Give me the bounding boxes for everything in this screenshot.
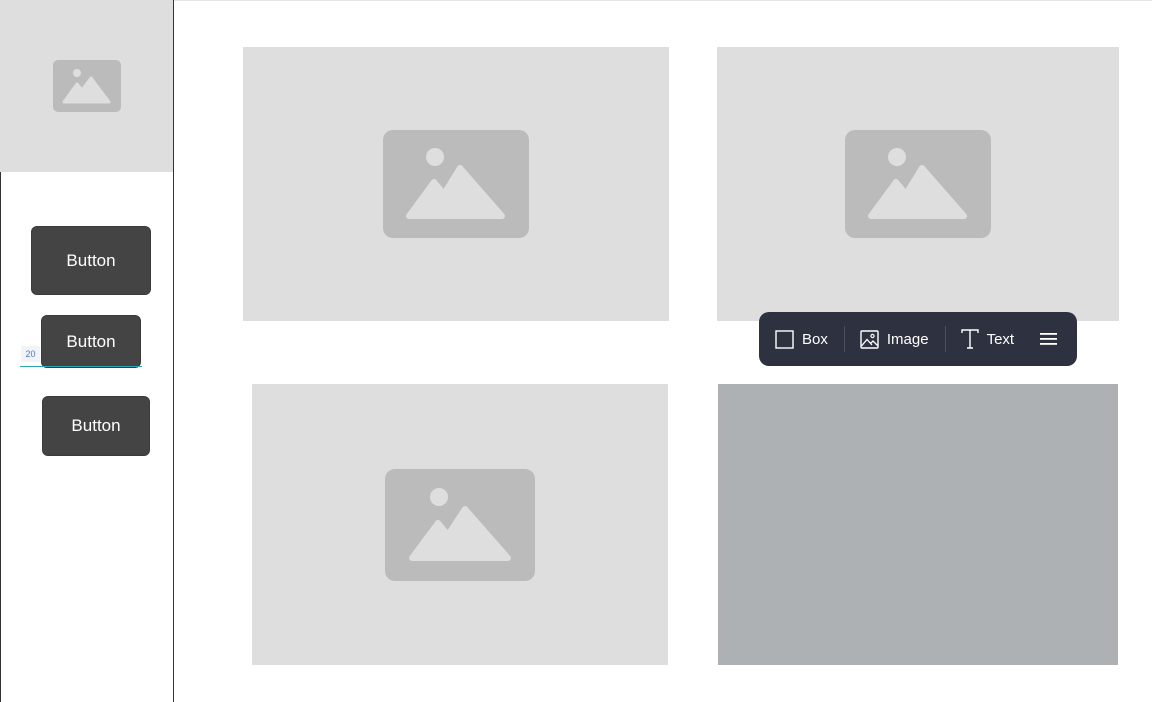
toolbar-text-button[interactable]: Text — [960, 312, 1015, 366]
box-icon — [775, 329, 794, 349]
image-placeholder-icon — [383, 130, 529, 238]
spacing-guide-line — [20, 366, 142, 367]
insert-toolbar: Box Image Text — [759, 312, 1077, 366]
toolbar-separator — [843, 326, 845, 352]
button-label: Button — [66, 331, 116, 351]
image-card-3[interactable] — [252, 384, 668, 665]
spacing-badge: 20 — [21, 346, 40, 362]
button-label: Button — [71, 416, 121, 435]
canvas-top-border — [173, 0, 1152, 1]
toolbar-text-label: Text — [986, 330, 1015, 348]
toolbar-box-button[interactable]: Box — [775, 312, 828, 366]
toolbar-image-label: Image — [886, 330, 929, 348]
toolbar-image-button[interactable]: Image — [860, 312, 929, 366]
sidebar-button-1[interactable]: Button — [32, 227, 150, 294]
sidebar-button-2[interactable]: Button — [42, 316, 140, 367]
sidebar: Button Button 20 Button — [0, 0, 174, 702]
toolbar-menu-button[interactable] — [1040, 312, 1058, 366]
image-card-2[interactable] — [717, 47, 1119, 321]
image-icon — [860, 329, 879, 349]
image-placeholder-icon — [52, 60, 121, 112]
sidebar-left-border — [0, 172, 1, 702]
button-label: Button — [66, 250, 116, 270]
menu-icon — [1040, 333, 1058, 345]
toolbar-separator — [944, 326, 946, 352]
image-placeholder-icon — [845, 130, 991, 238]
selected-box-card[interactable] — [718, 384, 1118, 665]
image-placeholder-icon — [385, 468, 535, 581]
text-icon — [960, 329, 979, 349]
toolbar-box-label: Box — [802, 330, 828, 348]
image-card-1[interactable] — [243, 47, 669, 321]
sidebar-button-3[interactable]: Button — [43, 397, 149, 455]
sidebar-image-placeholder[interactable] — [0, 0, 173, 172]
